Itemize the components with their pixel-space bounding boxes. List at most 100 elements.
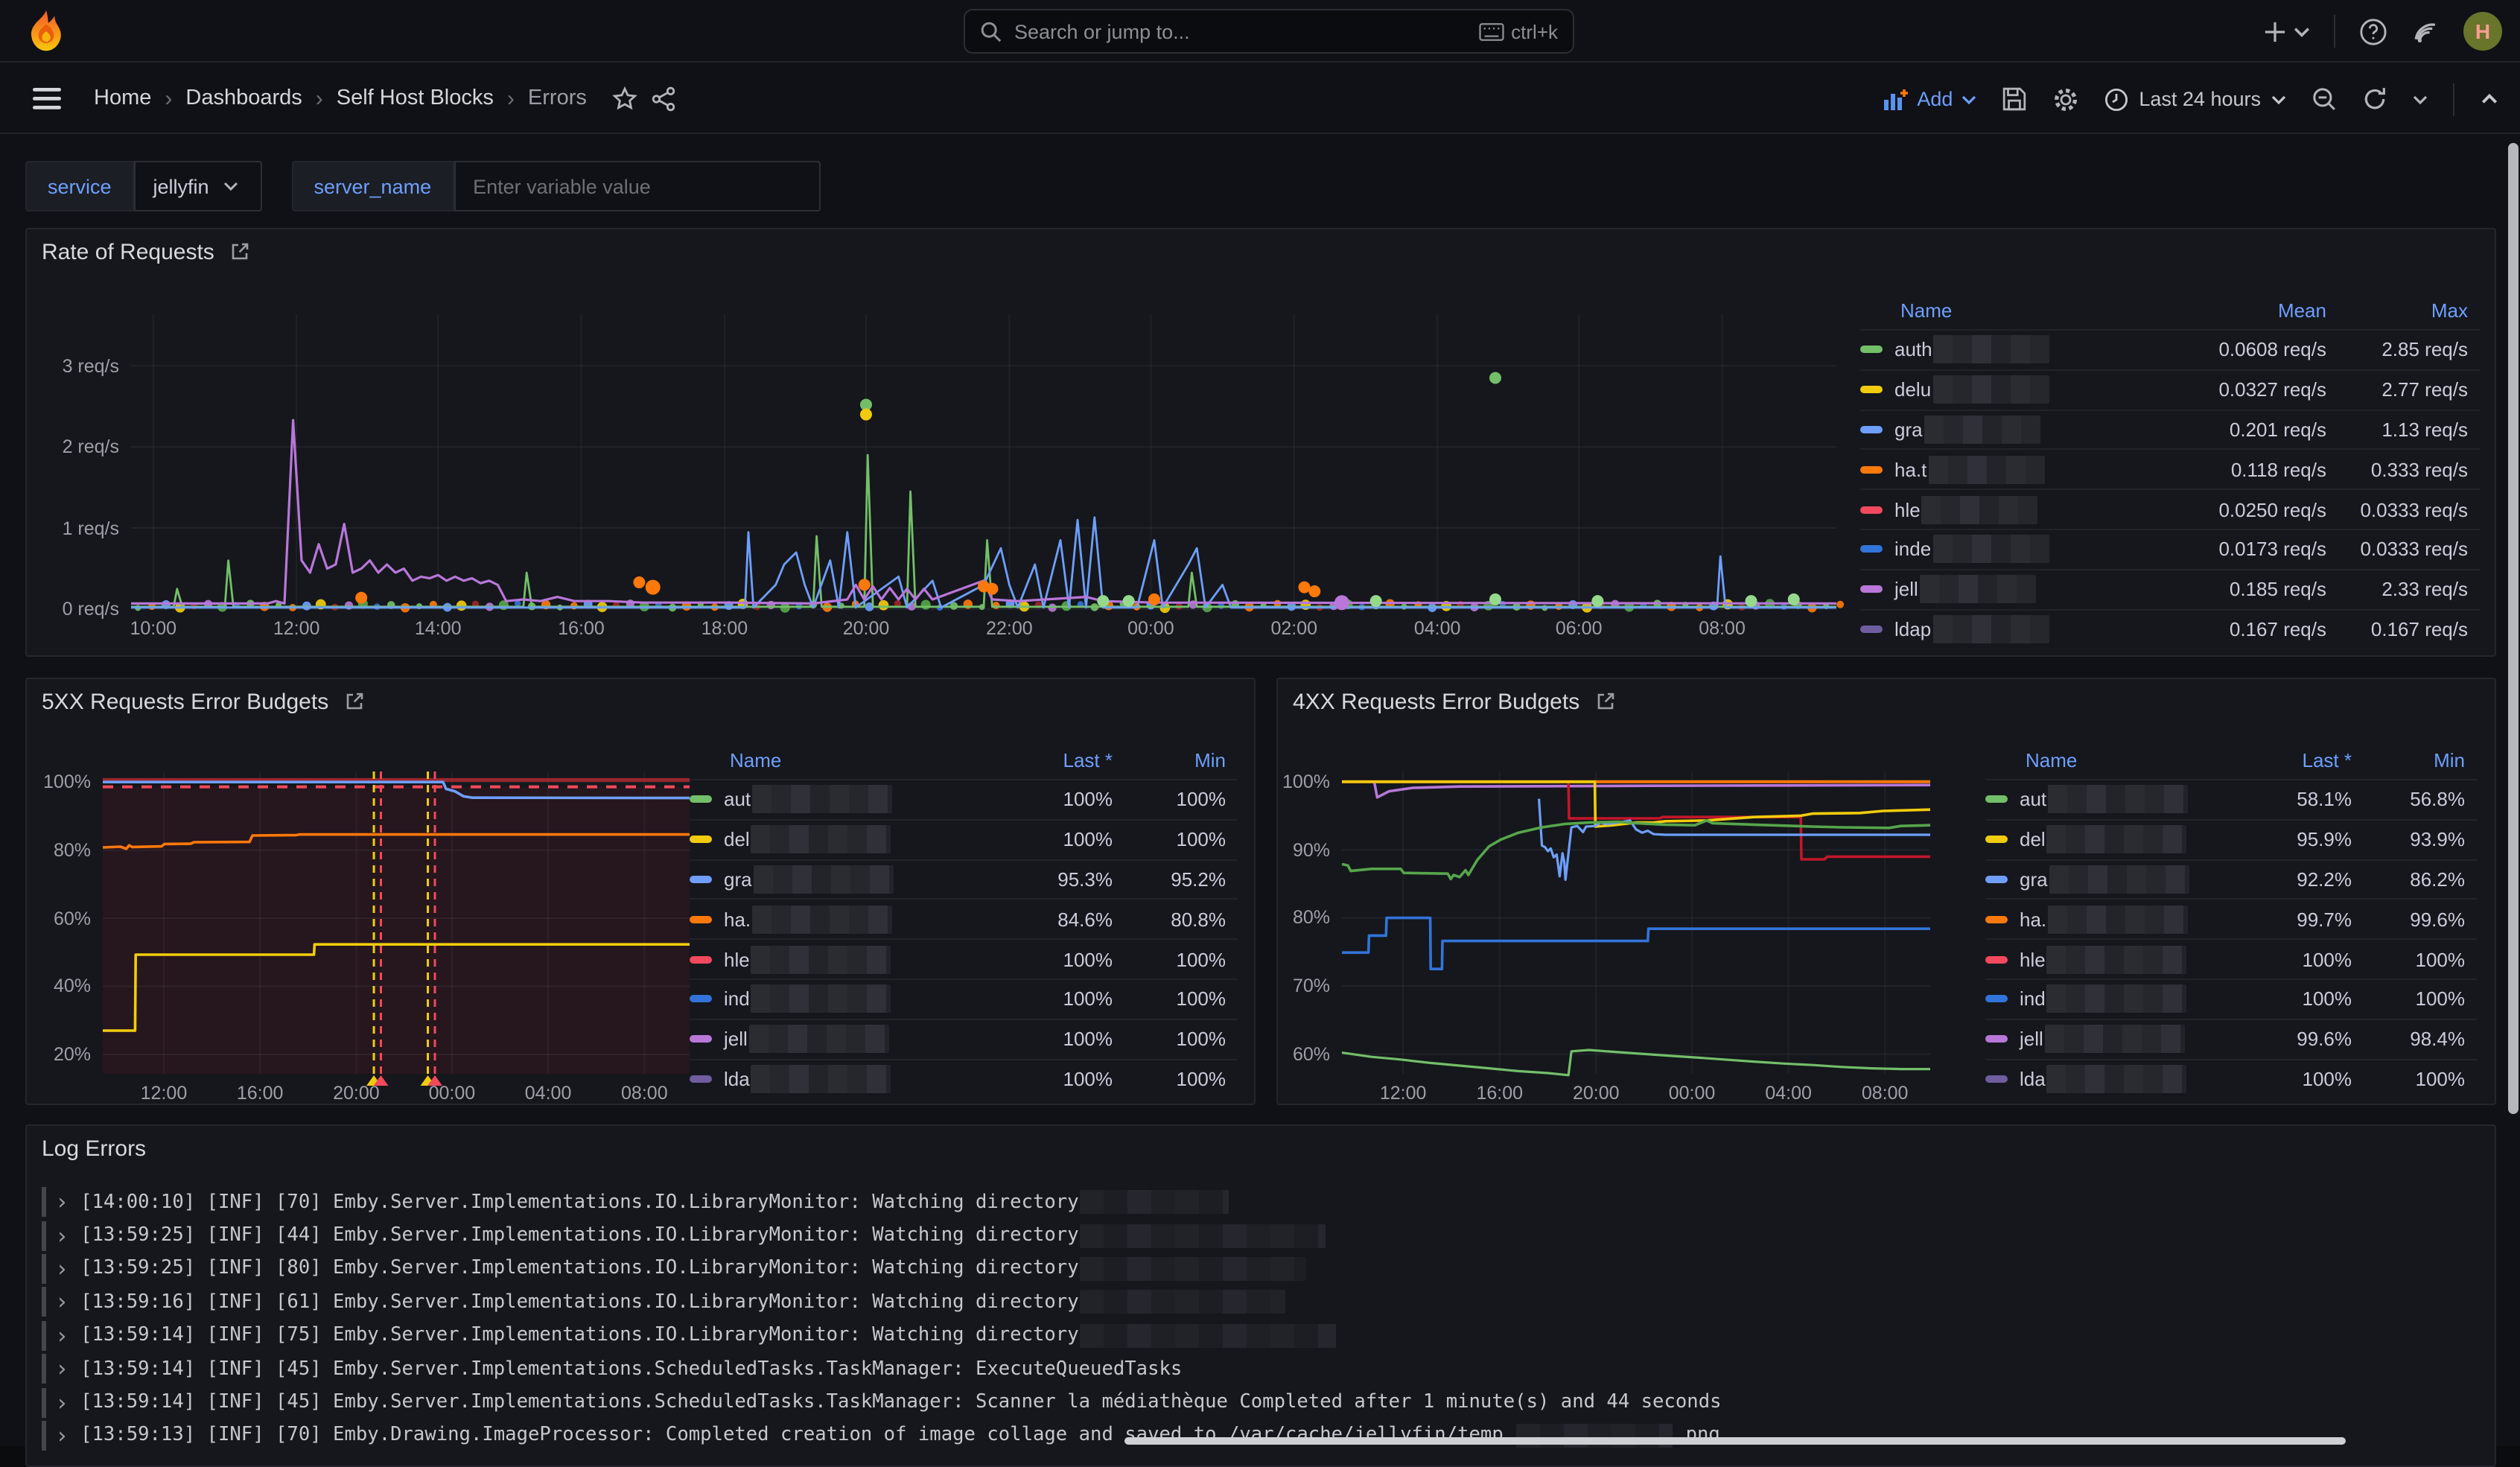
legend-header-name[interactable]: Name	[690, 745, 998, 779]
star-icon[interactable]	[612, 86, 637, 111]
legend-series-name[interactable]: lda	[1985, 1058, 2237, 1098]
expand-chevron-icon[interactable]: ›	[55, 1422, 69, 1449]
vertical-scrollbar[interactable]	[2508, 143, 2519, 1114]
zoom-out-icon[interactable]	[2311, 86, 2337, 112]
series-color-pill[interactable]	[1860, 426, 1883, 433]
legend-series-name[interactable]: gra	[690, 859, 998, 899]
expand-chevron-icon[interactable]: ›	[55, 1389, 69, 1416]
legend-header-min[interactable]: Min	[2364, 745, 2477, 779]
legend-series-name[interactable]: ind	[690, 978, 998, 1019]
external-link-icon[interactable]	[343, 691, 364, 712]
series-color-pill[interactable]	[1985, 1035, 2008, 1043]
legend-series-name[interactable]: aut	[690, 779, 998, 819]
save-icon[interactable]	[2002, 86, 2027, 112]
log-line[interactable]: ›[13:59:14] [INF] [45] Emby.Server.Imple…	[42, 1386, 2480, 1419]
expand-chevron-icon[interactable]: ›	[55, 1222, 69, 1249]
series-color-pill[interactable]	[1985, 836, 2008, 843]
menu-icon[interactable]	[33, 87, 61, 109]
legend-series-name[interactable]: hle	[1985, 938, 2237, 978]
series-color-pill[interactable]	[1860, 585, 1883, 593]
series-color-pill[interactable]	[690, 996, 712, 1003]
series-color-pill[interactable]	[690, 836, 712, 843]
log-line[interactable]: ›[14:00:10] [INF] [70] Emby.Server.Imple…	[42, 1186, 2480, 1219]
series-color-pill[interactable]	[1985, 796, 2008, 803]
grafana-logo-icon[interactable]	[24, 9, 69, 54]
legend-series-name[interactable]: jell	[1985, 1019, 2237, 1059]
legend-header-max[interactable]: Max	[2338, 295, 2480, 329]
legend-header-name[interactable]: Name	[1860, 295, 2167, 329]
panel-header[interactable]: 5XX Requests Error Budgets	[27, 679, 1254, 724]
legend-series-name[interactable]: delu	[1860, 369, 2167, 410]
legend-series-name[interactable]: del	[690, 819, 998, 859]
legend-header-name[interactable]: Name	[1985, 745, 2237, 779]
series-color-pill[interactable]	[1860, 386, 1883, 393]
news-icon[interactable]	[2411, 17, 2440, 45]
legend-series-name[interactable]: ha.t	[1860, 449, 2167, 489]
legend-header-last[interactable]: Last *	[2237, 745, 2364, 779]
new-button[interactable]	[2264, 20, 2310, 42]
legend-header-mean[interactable]: Mean	[2167, 295, 2338, 329]
log-line[interactable]: ›[13:59:16] [INF] [61] Emby.Server.Imple…	[42, 1285, 2480, 1319]
legend-series-name[interactable]: aut	[1985, 779, 2237, 819]
horizontal-scrollbar[interactable]	[1124, 1437, 2346, 1445]
series-color-pill[interactable]	[690, 1075, 712, 1083]
legend-series-name[interactable]: del	[1985, 819, 2237, 859]
external-link-icon[interactable]	[229, 241, 250, 262]
variable-service-select[interactable]: jellyfin	[134, 161, 262, 211]
expand-chevron-icon[interactable]: ›	[55, 1256, 69, 1282]
legend-series-name[interactable]: hle	[1860, 489, 2167, 529]
panel-header[interactable]: Rate of Requests	[27, 229, 2495, 274]
help-icon[interactable]	[2359, 17, 2387, 45]
legend-series-name[interactable]: ldap	[1860, 608, 2167, 649]
avatar[interactable]: H	[2463, 12, 2502, 51]
legend-series-name[interactable]: jell	[1860, 569, 2167, 609]
series-color-pill[interactable]	[1985, 916, 2008, 923]
expand-chevron-icon[interactable]: ›	[55, 1289, 69, 1316]
series-color-pill[interactable]	[1985, 955, 2008, 963]
collapse-up-icon[interactable]	[2480, 89, 2499, 109]
series-color-pill[interactable]	[690, 955, 712, 963]
legend-series-name[interactable]: gra	[1860, 409, 2167, 449]
search-input[interactable]: Search or jump to... ctrl+k	[964, 9, 1574, 54]
legend-series-name[interactable]: hle	[690, 938, 998, 978]
series-color-pill[interactable]	[690, 876, 712, 883]
legend-series-name[interactable]: ind	[1985, 978, 2237, 1019]
series-color-pill[interactable]	[1985, 876, 2008, 883]
expand-chevron-icon[interactable]: ›	[55, 1355, 69, 1382]
4xx-chart[interactable]: 100%90%80%70%60%12:0016:0020:0000:0004:0…	[1342, 771, 1930, 1074]
series-color-pill[interactable]	[1985, 996, 2008, 1003]
series-color-pill[interactable]	[1860, 466, 1883, 474]
legend-series-name[interactable]: auth	[1860, 329, 2167, 369]
legend-header-min[interactable]: Min	[1124, 745, 1238, 779]
legend-header-last[interactable]: Last *	[998, 745, 1124, 779]
series-color-pill[interactable]	[690, 1035, 712, 1043]
external-link-icon[interactable]	[1594, 691, 1615, 712]
refresh-icon[interactable]	[2362, 86, 2387, 112]
series-color-pill[interactable]	[1860, 506, 1883, 513]
share-icon[interactable]	[651, 86, 676, 111]
refresh-interval-chevron-icon[interactable]	[2413, 92, 2428, 106]
breadcrumb-home[interactable]: Home	[94, 86, 151, 110]
series-color-pill[interactable]	[690, 796, 712, 803]
panel-header[interactable]: 4XX Requests Error Budgets	[1278, 679, 2495, 724]
legend-series-name[interactable]: ha.	[690, 899, 998, 939]
series-color-pill[interactable]	[1860, 546, 1883, 553]
variable-server-name-input[interactable]: Enter variable value	[454, 161, 820, 211]
log-line[interactable]: ›[13:59:13] [INF] [70] Emby.Drawing.Imag…	[42, 1419, 2480, 1452]
legend-series-name[interactable]: ha.	[1985, 899, 2237, 939]
rate-chart[interactable]: 0 req/s1 req/s2 req/s3 req/s10:0012:0014…	[131, 314, 1836, 609]
series-color-pill[interactable]	[690, 916, 712, 923]
log-line[interactable]: ›[13:59:25] [INF] [80] Emby.Server.Imple…	[42, 1253, 2480, 1286]
time-range-picker[interactable]: Last 24 hours	[2104, 87, 2286, 111]
legend-series-name[interactable]: gra	[1985, 859, 2237, 899]
log-line[interactable]: ›[13:59:14] [INF] [45] Emby.Server.Imple…	[42, 1352, 2480, 1386]
expand-chevron-icon[interactable]: ›	[55, 1188, 69, 1215]
legend-series-name[interactable]: inde	[1860, 529, 2167, 569]
legend-series-name[interactable]: jell	[690, 1019, 998, 1059]
expand-chevron-icon[interactable]: ›	[55, 1323, 69, 1349]
add-button[interactable]: Add	[1884, 88, 1976, 110]
series-color-pill[interactable]	[1860, 626, 1883, 633]
panel-header[interactable]: Log Errors	[27, 1126, 2495, 1171]
breadcrumb-dashboards[interactable]: Dashboards	[185, 86, 302, 110]
legend-series-name[interactable]: lda	[690, 1058, 998, 1098]
